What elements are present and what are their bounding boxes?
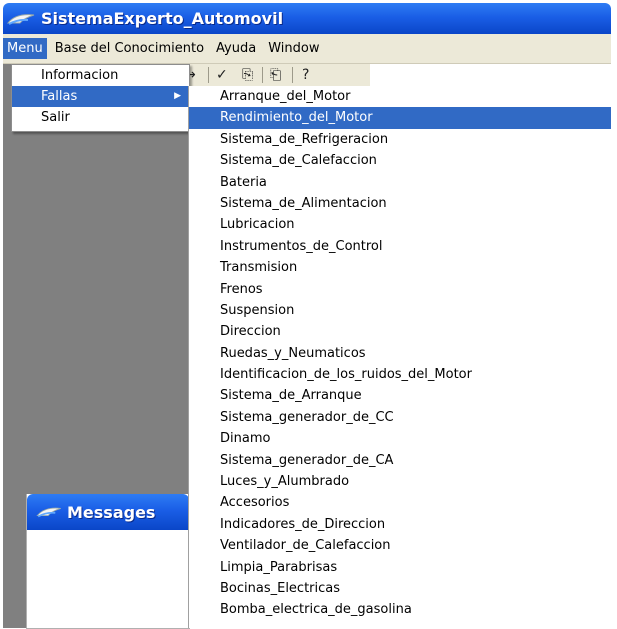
messages-title-bar: Messages — [27, 494, 189, 530]
submenu-item[interactable]: Bomba_electrica_de_gasolina — [189, 599, 611, 620]
submenu-item[interactable]: Sistema_de_Alimentacion — [189, 193, 611, 214]
submenu-item[interactable]: Frenos — [189, 279, 611, 300]
submenu-item[interactable]: Sistema_de_Refrigeracion — [189, 129, 611, 150]
submenu-item[interactable]: Suspension — [189, 300, 611, 321]
submenu-item[interactable]: Indicadores_de_Direccion — [189, 514, 611, 535]
paste-icon[interactable]: ⎗ — [270, 67, 281, 83]
menu-item-label: Fallas — [41, 89, 78, 104]
submenu-item[interactable]: Bocinas_Electricas — [189, 578, 611, 599]
submenu-item[interactable]: Arranque_del_Motor — [189, 86, 611, 107]
copy-icon[interactable]: ⎘ — [242, 67, 253, 83]
submenu-item[interactable]: Sistema_generador_de_CA — [189, 450, 611, 471]
fallas-submenu: Arranque_del_Motor Rendimiento_del_Motor S… — [188, 86, 611, 628]
menu-dropdown: Informacion Fallas ▶ Salir — [11, 64, 190, 132]
window-title: SistemaExperto_Automovil — [41, 9, 284, 28]
help-icon[interactable]: ? — [302, 67, 309, 83]
menu-base-del-conocimiento[interactable]: Base del Conocimiento — [51, 38, 208, 59]
submenu-item[interactable]: Bateria — [189, 172, 611, 193]
menu-item-fallas[interactable]: Fallas ▶ — [12, 86, 189, 107]
submenu-item[interactable]: Rendimiento_del_Motor — [189, 107, 611, 129]
check-icon[interactable]: ✓ — [216, 67, 228, 83]
submenu-item[interactable]: Sistema_de_Calefaccion — [189, 150, 611, 171]
menu-bar: Menu Base del Conocimiento Ayuda Window — [3, 34, 611, 64]
messages-icon — [36, 507, 61, 518]
submenu-item[interactable]: Transmision — [189, 257, 611, 278]
toolbar-separator — [292, 67, 293, 83]
menu-window[interactable]: Window — [264, 38, 323, 59]
submenu-item[interactable]: Ventilador_de_Calefaccion — [189, 535, 611, 556]
toolbar-separator — [208, 67, 209, 83]
app-icon — [6, 13, 35, 25]
menu-item-informacion[interactable]: Informacion — [12, 65, 189, 86]
menu-menu[interactable]: Menu — [3, 38, 47, 59]
submenu-item[interactable]: Limpia_Parabrisas — [189, 557, 611, 578]
submenu-item[interactable]: Ruedas_y_Neumaticos — [189, 343, 611, 364]
submenu-item[interactable]: Accesorios — [189, 492, 611, 513]
submenu-item[interactable]: Instrumentos_de_Control — [189, 236, 611, 257]
submenu-arrow-icon: ▶ — [174, 91, 181, 101]
submenu-item[interactable]: Dinamo — [189, 428, 611, 449]
menu-ayuda[interactable]: Ayuda — [212, 38, 260, 59]
menu-item-salir[interactable]: Salir — [12, 107, 189, 128]
submenu-item[interactable]: Sistema_generador_de_CC — [189, 407, 611, 428]
messages-title: Messages — [67, 502, 156, 522]
submenu-item[interactable]: Direccion — [189, 321, 611, 342]
messages-window: Messages — [26, 494, 190, 629]
title-bar: SistemaExperto_Automovil — [3, 3, 611, 34]
menu-item-label: Salir — [41, 110, 70, 125]
submenu-item[interactable]: Identificacion_de_los_ruidos_del_Motor — [189, 364, 611, 385]
menu-item-label: Informacion — [41, 68, 119, 83]
submenu-item[interactable]: Lubricacion — [189, 214, 611, 235]
toolbar-separator — [262, 67, 263, 83]
submenu-item[interactable]: Luces_y_Alumbrado — [189, 471, 611, 492]
submenu-item[interactable]: Sistema_de_Arranque — [189, 385, 611, 406]
